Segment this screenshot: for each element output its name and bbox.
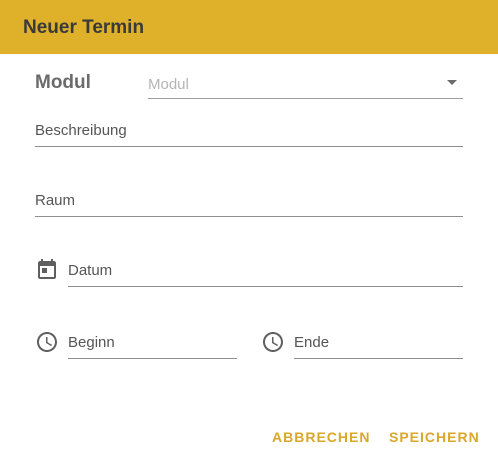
clock-icon-ende[interactable]: [261, 330, 285, 354]
dialog-title: Neuer Termin: [23, 17, 145, 38]
clock-icon-beginn[interactable]: [35, 330, 59, 354]
dialog-header: Neuer Termin: [0, 0, 498, 54]
modul-label: Modul: [35, 72, 91, 93]
modul-select[interactable]: Modul: [148, 70, 463, 99]
modul-select-placeholder: Modul: [148, 76, 189, 93]
beschreibung-field[interactable]: Beschreibung: [35, 116, 463, 147]
raum-field[interactable]: Raum: [35, 186, 463, 217]
beschreibung-label: Beschreibung: [35, 122, 127, 139]
beginn-label: Beginn: [68, 334, 115, 351]
calendar-icon[interactable]: [35, 258, 59, 282]
ende-field[interactable]: Ende: [294, 328, 463, 359]
ende-label: Ende: [294, 334, 330, 351]
save-button[interactable]: SPEICHERN: [389, 428, 480, 446]
dropdown-arrow-icon: [447, 80, 457, 85]
raum-label: Raum: [35, 192, 76, 209]
beginn-field[interactable]: Beginn: [68, 328, 237, 359]
datum-field[interactable]: Datum: [68, 256, 463, 287]
datum-label: Datum: [68, 262, 113, 279]
cancel-button[interactable]: ABBRECHEN: [272, 428, 370, 446]
